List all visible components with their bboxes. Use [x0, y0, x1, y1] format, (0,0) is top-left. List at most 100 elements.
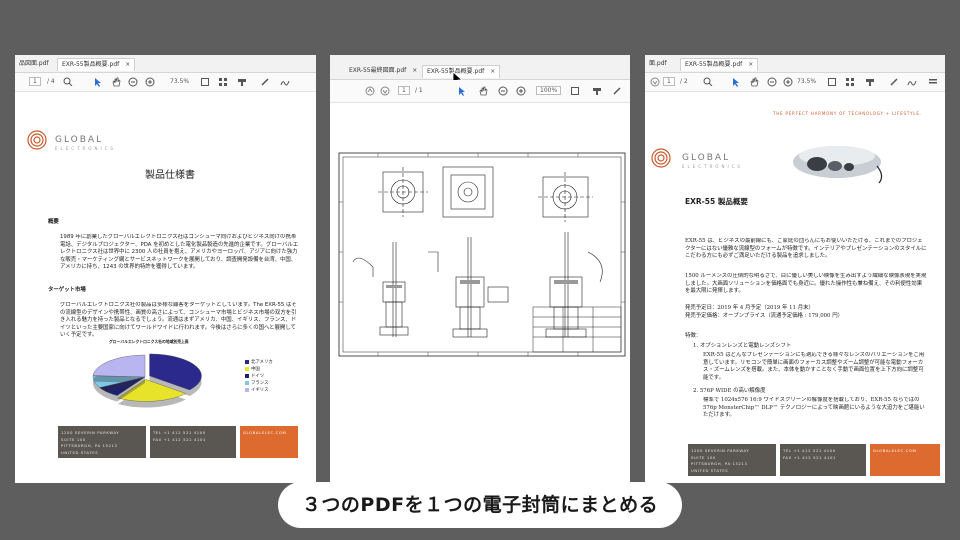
feature-1-text: EXR-55 はどんなプレゼンテーションにも適応できる様々なレンズのバリエーショ… — [703, 352, 925, 381]
feature-1-title: 1. オプションレンズと電動レンズシフト — [693, 343, 792, 349]
legend-label: 北アメリカ — [251, 360, 273, 365]
legend-swatch — [245, 373, 249, 378]
close-icon[interactable]: × — [490, 68, 495, 75]
tab-final-drawing[interactable]: EXR-55最終図面.pdf × — [345, 65, 421, 77]
page-footer: 1200 SEVERIN PARKWAY SUITE 100 PITTSBURGH,… — [58, 426, 298, 458]
hand-icon[interactable] — [478, 86, 488, 96]
footer-website: GLOBALELEC.COM — [870, 444, 940, 476]
document-title: EXR-55 製品概要 — [685, 197, 748, 206]
chart-title: グローバルエレクトロニクス社の地域別売上高 — [109, 339, 189, 344]
signature-icon[interactable] — [280, 77, 290, 87]
footer-address: 1200 SEVERIN PARKWAY SUITE 100 PITTSBURGH,… — [58, 426, 146, 458]
page-total: / 1 — [415, 87, 423, 94]
intro-paragraph: EXR-55 は、ビジネスの最前線にも、ご家庭の団らんにもお使いいただける、これ… — [685, 238, 927, 260]
pen-icon[interactable] — [889, 77, 899, 87]
signature-icon[interactable] — [907, 77, 917, 87]
hand-icon[interactable] — [111, 77, 121, 87]
brand-name: GLOBAL ELECTRONICS — [55, 135, 116, 151]
overview-text: 1989 年に創業したグローバルエレクトロニクス社はコンシューマ向けおよびビジネ… — [60, 234, 299, 271]
page-total: / 4 — [47, 78, 55, 85]
pie-slice-4 — [92, 354, 146, 378]
zoom-out-icon[interactable] — [498, 86, 508, 96]
legend-item: フランス — [245, 380, 273, 387]
zoom-level[interactable]: 73.5% — [170, 77, 189, 87]
stamp-icon[interactable] — [865, 77, 875, 87]
pdf-viewer-final-drawing: EXR-55最終図面.pdf × EXR-55製品概要.pdf × 1 / 1 10… — [330, 55, 630, 483]
legend-label: イギリス — [251, 388, 269, 393]
search-icon[interactable] — [703, 77, 713, 87]
search-icon[interactable] — [63, 77, 73, 87]
tab-drawing[interactable]: 面.pdf — [645, 58, 671, 70]
tab-bar: EXR-55最終図面.pdf × EXR-55製品概要.pdf × — [330, 55, 630, 80]
zoom-in-icon[interactable] — [145, 77, 155, 87]
fit-page-icon[interactable] — [200, 77, 210, 87]
document-page: THE PERFECT HARMONY OF TECHNOLOGY + LIFE… — [645, 91, 945, 483]
page-input[interactable]: 1 — [663, 77, 675, 87]
next-page-icon[interactable] — [650, 77, 660, 87]
global-logo-icon — [651, 148, 671, 168]
zoom-in-icon[interactable] — [783, 77, 793, 87]
zoom-out-icon[interactable] — [767, 77, 777, 87]
pointer-icon[interactable] — [457, 86, 467, 96]
hand-icon[interactable] — [749, 77, 759, 87]
zoom-level[interactable]: 73.5% — [797, 77, 816, 87]
tab-label: EXR-55最終図面.pdf — [349, 67, 407, 74]
brand-name: GLOBAL ELECTRONICS — [682, 153, 743, 169]
projector-product-image — [793, 146, 883, 184]
pen-icon[interactable] — [612, 86, 622, 96]
brightness-paragraph: 1500 ルーメンスの圧倒的な明るさで、目に優しい美しい映像を生み出すよう繊細な… — [685, 273, 927, 295]
tab-product-overview[interactable]: EXR-55製品概要.pdf × — [680, 58, 759, 71]
tab-label: EXR-55製品概要.pdf — [685, 61, 743, 68]
close-icon[interactable]: × — [748, 61, 753, 68]
document-page: GLOBAL ELECTRONICS 製品仕様書 概要 1989 年に創業したグロ… — [15, 91, 316, 483]
tab-label: 面.pdf — [649, 60, 667, 67]
release-date: 発売予定日：2019 年 4 月予定（2019 年 11 月末） — [685, 305, 814, 311]
legend-label: フランス — [251, 381, 269, 386]
tab-product-overview[interactable]: EXR-55製品概要.pdf × — [57, 58, 136, 71]
feature-2-text: 標準で 1024x576 16:9 ワイドスクリーンの解像度を搭載しており、EX… — [703, 397, 925, 419]
legend-label: 中国 — [251, 367, 260, 372]
toolbar: 1 / 1 100% — [330, 80, 630, 103]
legend-swatch — [245, 387, 249, 392]
zoom-level[interactable]: 100% — [536, 86, 562, 96]
engineering-drawing — [338, 152, 626, 357]
tab-drawing[interactable]: 品図面.pdf — [15, 58, 53, 70]
legend-item: 北アメリカ — [245, 359, 273, 366]
legend-swatch — [245, 359, 249, 364]
page-input[interactable]: 1 — [29, 77, 41, 87]
next-page-icon[interactable] — [380, 86, 390, 96]
chart-legend: 北アメリカ中国ドイツフランスイギリス — [245, 359, 273, 394]
thumbnails-icon[interactable] — [845, 77, 855, 87]
pointer-icon[interactable] — [731, 77, 741, 87]
pointer-icon[interactable] — [93, 77, 103, 87]
thumbnails-icon[interactable] — [218, 77, 228, 87]
pdf-viewer-product-spec: 品図面.pdf EXR-55製品概要.pdf × 1 / 4 73.5% GLOB… — [15, 55, 316, 483]
document-title: 製品仕様書 — [145, 170, 195, 181]
more-icon[interactable] — [928, 77, 938, 87]
tab-label: EXR-55製品概要.pdf — [62, 61, 120, 68]
close-icon[interactable]: × — [412, 67, 417, 74]
caption-banner: ３つのPDFを１つの電子封筒にまとめる — [278, 482, 682, 528]
legend-item: ドイツ — [245, 373, 273, 380]
legend-label: ドイツ — [251, 374, 265, 379]
target-market-text: グローバルエレクトロニクス社の製品は多様な顧客をターゲットとしています。The … — [60, 302, 297, 339]
zoom-out-icon[interactable] — [128, 77, 138, 87]
feature-2-title: 2. 576P WIDE の高い解像度 — [693, 388, 766, 394]
zoom-in-icon[interactable] — [516, 86, 526, 96]
fit-page-icon[interactable] — [570, 86, 580, 96]
pdf-viewer-product-overview: 面.pdf EXR-55製品概要.pdf × 1 / 2 73.5% THE PE… — [645, 55, 945, 483]
pen-icon[interactable] — [260, 77, 270, 87]
section-heading-overview: 概要 — [48, 219, 59, 225]
tab-label: 品図面.pdf — [19, 60, 49, 67]
page-input[interactable]: 1 — [398, 86, 410, 96]
footer-phone: TEL +1 412 521 4100 FAX +1 412 521 4101 — [150, 426, 236, 458]
page-total: / 2 — [680, 78, 688, 85]
stamp-icon[interactable] — [237, 77, 247, 87]
footer-website: GLOBALELEC.COM — [240, 426, 298, 458]
tab-bar: 面.pdf EXR-55製品概要.pdf × — [645, 55, 945, 73]
stamp-icon[interactable] — [592, 86, 602, 96]
fit-page-icon[interactable] — [827, 77, 837, 87]
prev-page-icon[interactable] — [365, 86, 375, 96]
sales-pie-chart — [92, 353, 202, 408]
close-icon[interactable]: × — [125, 61, 130, 68]
